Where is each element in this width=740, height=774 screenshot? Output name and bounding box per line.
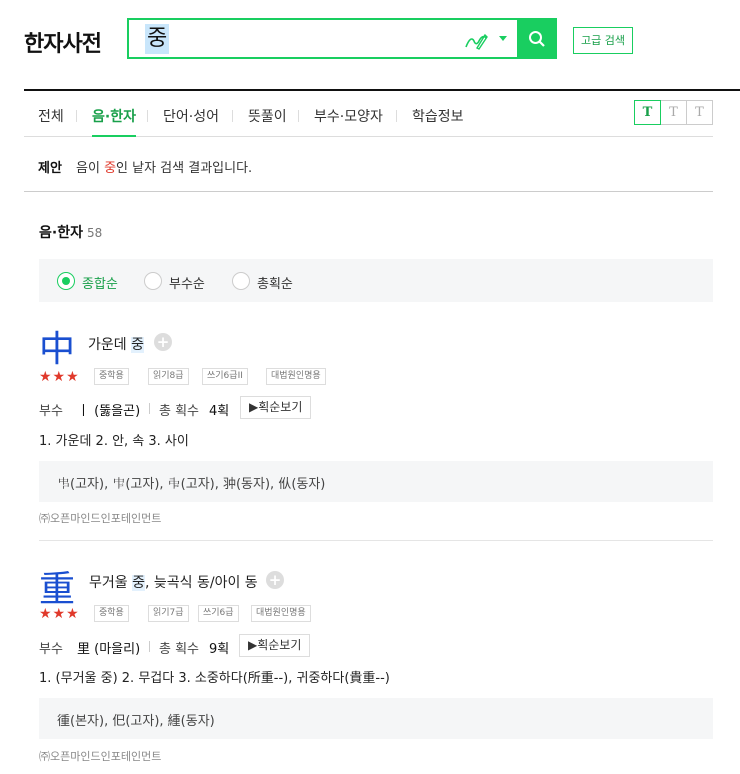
- search-input[interactable]: 중: [145, 24, 170, 54]
- source-credit[interactable]: ㈜오픈마인드인포테인먼트: [39, 510, 161, 526]
- strokes-value-text: 4획: [209, 404, 230, 419]
- hanja-character[interactable]: 重: [39, 560, 75, 612]
- add-icon[interactable]: +: [154, 333, 172, 351]
- radical-value[interactable]: 里 (마을리): [77, 638, 140, 657]
- level-badge: 쓰기6급: [198, 605, 239, 622]
- strokes-label: 총 획수: [159, 404, 200, 419]
- suggestion-bar: 제안 음이 중인 낱자 검색 결과입니다.: [24, 137, 713, 192]
- level-badge: 읽기8급: [148, 368, 189, 385]
- handwriting-icon[interactable]: [463, 29, 489, 51]
- suggestion-label: 제안: [38, 161, 62, 176]
- strokes-value: 9획: [209, 638, 229, 657]
- section-title-text: 음·한자: [39, 225, 83, 241]
- variant-forms: 𠁧(고자), 𠁦(고자), 𠁩(고자), 𠁨(동자), 㐺(동자): [39, 461, 713, 502]
- radical-value-text: 丨 (뚫을곤): [77, 404, 141, 419]
- radical-label: 부수: [39, 404, 63, 419]
- radical-label: 부수: [39, 642, 63, 657]
- tab-study-info[interactable]: 학습정보: [412, 106, 464, 137]
- font-size-controls: T T T: [634, 100, 713, 125]
- tab-radical-shape[interactable]: 부수·모양자: [314, 106, 383, 137]
- importance-stars: ★★★: [39, 369, 80, 385]
- level-badge: 대법원인명용: [251, 605, 311, 622]
- result-count: 58: [86, 226, 103, 240]
- hanja-meaning[interactable]: 무거울 중, 늦곡식 동/아이 동: [89, 572, 258, 592]
- tab-divider: [147, 110, 148, 122]
- strokes-label: 총 획수: [159, 642, 200, 657]
- radio-relevance[interactable]: [57, 272, 75, 290]
- search-icon: [529, 31, 545, 47]
- meaning-text: 무거울: [89, 575, 133, 591]
- radio-radical[interactable]: [144, 272, 162, 290]
- radical-value-text: 里 (마을리): [77, 642, 141, 657]
- search-button[interactable]: [517, 18, 557, 59]
- sort-options: 종합순 부수순 총획순: [39, 259, 713, 302]
- strokes-value-text: 9획: [209, 642, 230, 657]
- suggestion-highlight: 중: [104, 161, 117, 176]
- meaning-highlight: 중: [132, 575, 145, 591]
- entry-divider: [39, 540, 713, 541]
- definitions: 1. (무거울 중) 2. 무겁다 3. 소중하다(所重--), 귀중하다(貴重…: [39, 671, 390, 686]
- meta-divider: [149, 403, 150, 414]
- level-badge: 읽기7급: [148, 605, 189, 622]
- radical-value[interactable]: 丨 (뚫을곤): [77, 400, 140, 419]
- tab-sound-hanja[interactable]: 음·한자: [92, 106, 136, 137]
- sort-relevance-label[interactable]: 종합순: [82, 273, 118, 292]
- tab-all[interactable]: 전체: [38, 106, 64, 137]
- source-credit[interactable]: ㈜오픈마인드인포테인먼트: [39, 748, 161, 764]
- meta-divider: [149, 641, 150, 652]
- chevron-down-icon[interactable]: [499, 36, 507, 41]
- font-size-medium-button[interactable]: T: [660, 100, 687, 125]
- tab-divider: [396, 110, 397, 122]
- radio-strokes[interactable]: [232, 272, 250, 290]
- suggestion-post: 인 낱자 검색 결과입니다.: [116, 161, 253, 176]
- meaning-text-rest: , 늦곡식 동/아이 동: [144, 575, 258, 591]
- search-box[interactable]: 중: [127, 18, 519, 59]
- level-badge: 중학용: [94, 605, 129, 622]
- hanja-character[interactable]: 中: [39, 320, 75, 372]
- hanja-meaning[interactable]: 가운데 중: [88, 334, 144, 354]
- meaning-text: 가운데: [88, 337, 132, 353]
- importance-stars: ★★★: [39, 606, 80, 622]
- level-badge: 쓰기6급II: [202, 368, 248, 385]
- app-title[interactable]: 한자사전: [24, 26, 102, 58]
- add-icon[interactable]: +: [266, 571, 284, 589]
- sort-radical-label[interactable]: 부수순: [169, 273, 205, 292]
- tab-divider: [298, 110, 299, 122]
- suggestion-text: 음이 중인 낱자 검색 결과입니다.: [76, 157, 252, 176]
- strokes-value: 4획: [209, 400, 229, 419]
- stroke-order-button[interactable]: ▶획순보기: [239, 634, 311, 657]
- header: 한자사전 중 고급 검색: [0, 0, 740, 90]
- suggestion-pre: 음이: [76, 161, 105, 176]
- tab-divider: [76, 110, 77, 122]
- tab-words-idioms[interactable]: 단어·성어: [163, 106, 219, 137]
- section-title: 음·한자 58: [39, 222, 102, 242]
- tab-meanings[interactable]: 뜻풀이: [248, 106, 287, 137]
- hanja-entry: 重 무거울 중, 늦곡식 동/아이 동 + ★★★ 중학용 읽기7급 쓰기6급 …: [39, 560, 713, 765]
- meaning-highlight: 중: [131, 337, 144, 353]
- level-badge: 중학용: [94, 368, 129, 385]
- tab-bar: 전체 음·한자 단어·성어 뜻풀이 부수·모양자 학습정보 T T T: [24, 96, 713, 137]
- advanced-search-button[interactable]: 고급 검색: [573, 27, 633, 54]
- definitions: 1. 가운데 2. 안, 속 3. 사이: [39, 434, 189, 449]
- header-divider: [24, 89, 740, 91]
- level-badge: 대법원인명용: [266, 368, 326, 385]
- hanja-entry: 中 가운데 중 + ★★★ 중학용 읽기8급 쓰기6급II 대법원인명용 부수 …: [39, 320, 713, 530]
- font-size-large-button[interactable]: T: [686, 100, 713, 125]
- stroke-order-button[interactable]: ▶획순보기: [240, 396, 312, 419]
- sort-strokes-label[interactable]: 총획순: [257, 273, 293, 292]
- tab-divider: [232, 110, 233, 122]
- variant-forms: 㣫(본자), 㐶(고자), 緟(동자): [39, 698, 713, 739]
- font-size-small-button[interactable]: T: [634, 100, 661, 125]
